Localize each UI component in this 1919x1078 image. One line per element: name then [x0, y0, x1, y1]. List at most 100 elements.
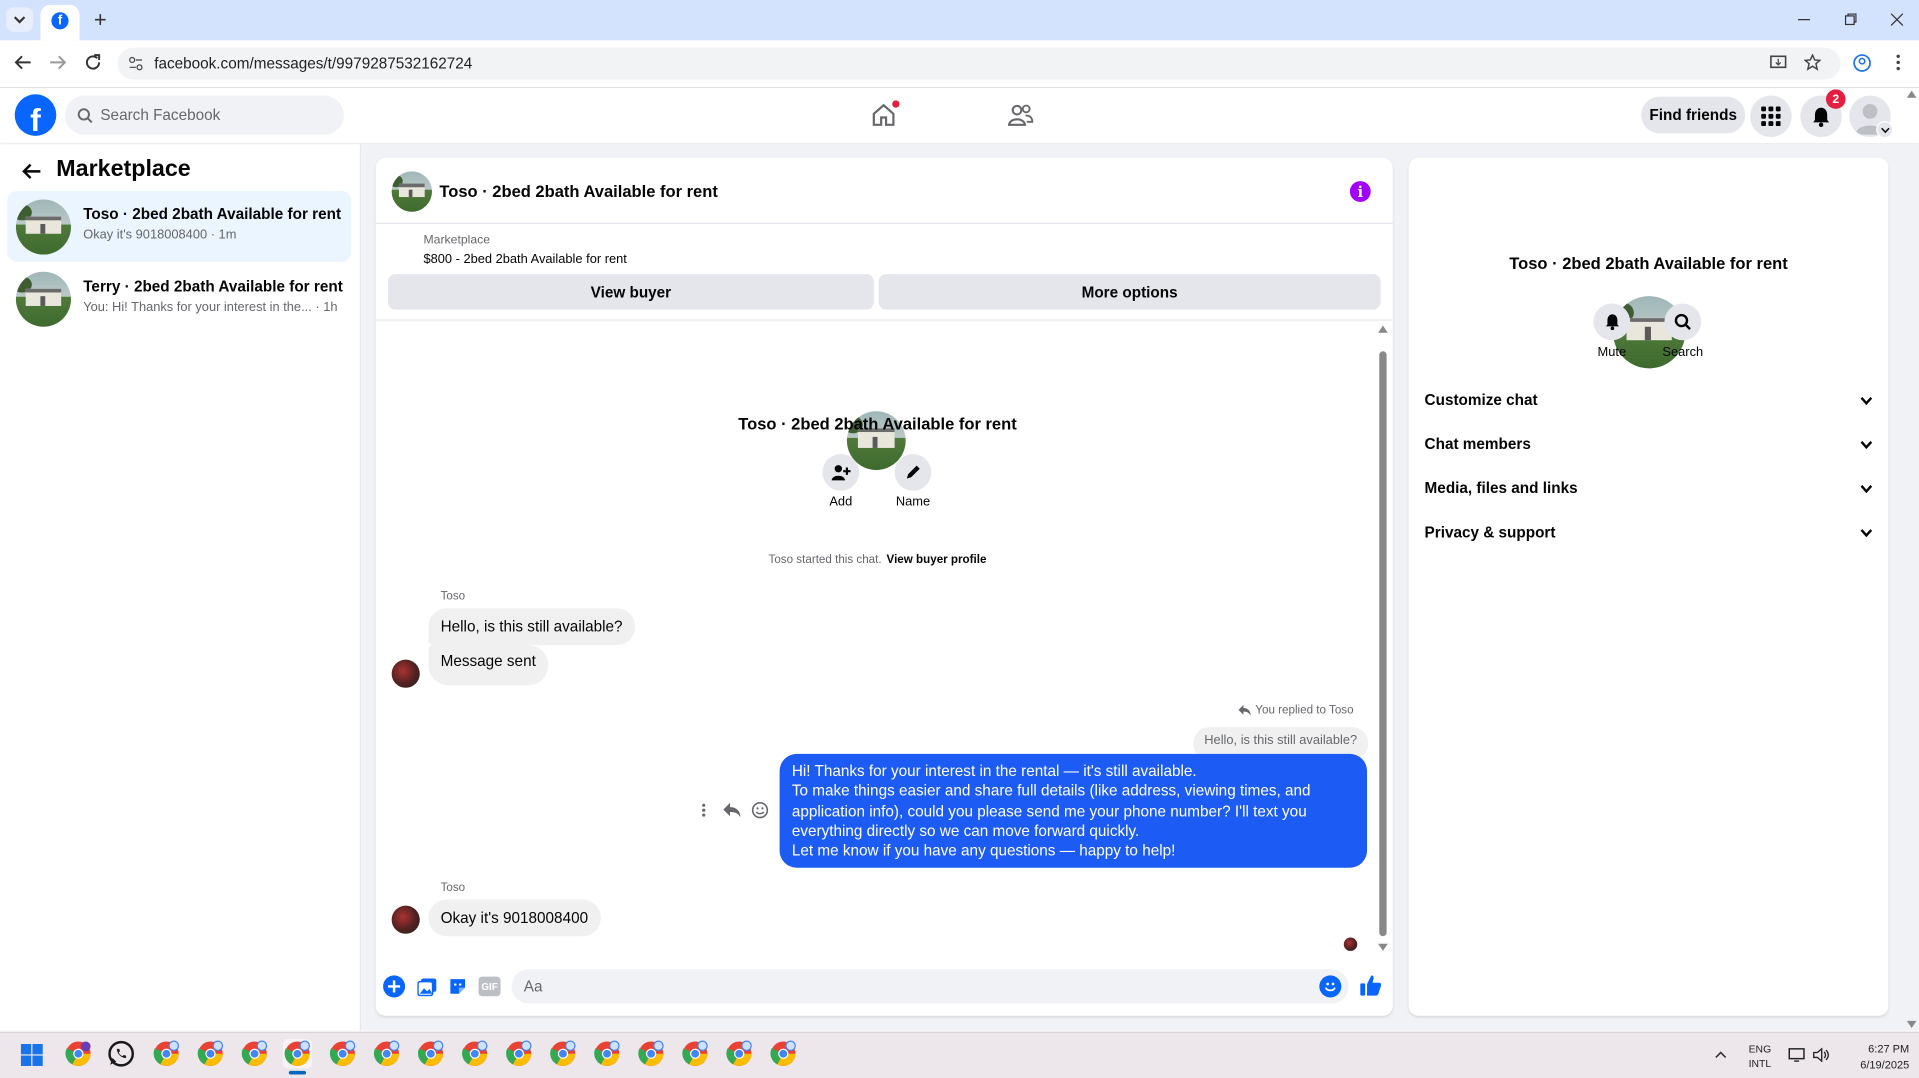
mute-label: Mute [1597, 345, 1627, 360]
back-to-marketplace-icon[interactable] [20, 159, 44, 183]
accordion-label: Customize chat [1424, 391, 1538, 409]
incoming-message[interactable]: Message sent [428, 644, 549, 686]
start-button-icon[interactable] [20, 1043, 43, 1066]
whatsapp-taskbar-icon[interactable] [106, 1039, 135, 1068]
privacy-support-row[interactable]: Privacy & support [1409, 510, 1889, 554]
chat-title[interactable]: Toso · 2bed 2bath Available for rent [439, 182, 717, 200]
menu-grid-button[interactable] [1750, 95, 1792, 138]
message-reply-icon[interactable] [722, 800, 742, 820]
home-nav-icon[interactable] [864, 98, 903, 132]
chrome-taskbar-icon-3[interactable] [240, 1039, 269, 1068]
chat-header-avatar[interactable] [391, 171, 433, 212]
facebook-favicon-icon: f [51, 12, 69, 30]
name-label: Name [895, 494, 931, 510]
facebook-logo-icon[interactable]: f [14, 94, 57, 136]
back-arrow-icon[interactable] [12, 51, 34, 73]
sender-avatar[interactable] [391, 659, 420, 688]
site-info-icon[interactable] [117, 48, 154, 80]
chat-scrollbar-thumb[interactable] [1379, 351, 1387, 937]
chrome-taskbar-icon-6[interactable] [416, 1039, 445, 1068]
tray-overflow-icon[interactable] [1711, 1045, 1731, 1065]
thumbs-up-icon[interactable] [1358, 973, 1382, 997]
conversation-item-active[interactable]: Toso · 2bed 2bath Available for rent Oka… [7, 190, 352, 262]
name-chat-button[interactable] [894, 454, 932, 491]
minimize-icon[interactable] [1794, 10, 1814, 30]
read-receipt-avatar [1343, 937, 1358, 951]
friends-nav-icon[interactable] [1001, 98, 1040, 132]
emoji-icon[interactable] [1319, 975, 1342, 998]
chrome-taskbar-icon-7[interactable] [460, 1039, 489, 1068]
chrome-taskbar-icon-12[interactable] [680, 1039, 709, 1068]
more-actions-button[interactable] [383, 975, 406, 998]
install-app-icon[interactable] [1767, 51, 1789, 73]
chat-info-icon[interactable]: i [1349, 181, 1371, 202]
listing-thumbnail [15, 271, 71, 327]
message-react-icon[interactable] [750, 800, 770, 820]
attach-photo-icon[interactable] [416, 975, 438, 997]
new-tab-button[interactable]: + [88, 7, 112, 31]
chrome-profile-taskbar-icon[interactable] [64, 1039, 93, 1068]
chrome-taskbar-icon-11[interactable] [636, 1039, 665, 1068]
bell-icon [1605, 314, 1619, 331]
find-friends-button[interactable]: Find friends [1641, 96, 1746, 134]
conversation-preview: Okay it's 9018008400 · 1m [83, 227, 237, 243]
address-bar[interactable]: facebook.com/messages/t/9979287532162724 [117, 47, 1841, 80]
message-input[interactable]: Aa [511, 969, 1349, 1004]
page-scroll-up-icon[interactable] [1906, 90, 1917, 98]
incoming-message[interactable]: Hello, is this still available? [428, 608, 635, 645]
chat-started-text: Toso started this chat. [768, 553, 882, 567]
sender-name: Toso [440, 881, 466, 895]
chrome-taskbar-icon-8[interactable] [504, 1039, 533, 1068]
search-conversation-button[interactable] [1664, 303, 1702, 341]
profile-icon[interactable] [1850, 51, 1872, 73]
listing-divider [375, 319, 1393, 321]
listing-detail[interactable]: $800 - 2bed 2bath Available for rent [423, 252, 626, 267]
page-scroll-down-icon[interactable] [1906, 1020, 1917, 1029]
chrome-taskbar-icon-active[interactable] [282, 1039, 313, 1069]
chrome-taskbar-icon-1[interactable] [152, 1039, 181, 1068]
view-buyer-button[interactable]: View buyer [387, 274, 874, 310]
close-window-icon[interactable] [1887, 10, 1907, 30]
chat-members-row[interactable]: Chat members [1409, 422, 1889, 466]
message-more-icon[interactable] [696, 800, 711, 820]
incoming-message[interactable]: Okay it's 9018008400 [428, 899, 601, 937]
clock[interactable]: 6:27 PM 6/19/2025 [1836, 1041, 1909, 1073]
tab-search-button[interactable] [6, 7, 34, 32]
account-chevron-icon[interactable] [1876, 121, 1894, 139]
chrome-taskbar-icon-4[interactable] [328, 1039, 357, 1068]
url-text: facebook.com/messages/t/9979287532162724 [154, 55, 473, 73]
network-icon[interactable] [1787, 1045, 1807, 1065]
volume-icon[interactable] [1811, 1045, 1831, 1065]
restore-icon[interactable] [1841, 10, 1861, 30]
chrome-taskbar-icon-14[interactable] [769, 1039, 798, 1068]
add-person-button[interactable] [822, 454, 860, 491]
outgoing-message[interactable]: Hi! Thanks for your interest in the rent… [779, 753, 1368, 869]
language-code: ENG [1748, 1042, 1772, 1055]
browser-tab[interactable]: f [40, 4, 80, 41]
chrome-taskbar-icon-9[interactable] [548, 1039, 577, 1068]
bookmark-star-icon[interactable] [1802, 51, 1824, 73]
sticker-icon[interactable] [447, 975, 469, 997]
customize-chat-row[interactable]: Customize chat [1409, 378, 1889, 422]
facebook-search-box[interactable]: Search Facebook [64, 95, 344, 135]
gif-icon[interactable]: GIF [478, 976, 501, 997]
mute-button[interactable] [1593, 303, 1631, 341]
browser-menu-icon[interactable] [1887, 51, 1909, 73]
media-files-links-row[interactable]: Media, files and links [1409, 466, 1889, 510]
chrome-taskbar-icon-13[interactable] [725, 1039, 754, 1068]
chat-scrollbar[interactable] [1378, 325, 1388, 953]
conversation-item[interactable]: Terry · 2bed 2bath Available for rent Yo… [7, 263, 351, 334]
chrome-taskbar-icon-5[interactable] [372, 1039, 401, 1068]
intro-title: Toso · 2bed 2bath Available for rent [738, 414, 1017, 434]
chrome-taskbar-icon-10[interactable] [592, 1039, 621, 1068]
more-options-button[interactable]: More options [878, 274, 1381, 310]
reload-icon[interactable] [82, 51, 104, 73]
sender-name: Toso [440, 589, 466, 604]
view-buyer-profile-link[interactable]: View buyer profile [887, 553, 987, 566]
chrome-taskbar-icon-2[interactable] [196, 1039, 225, 1068]
sender-avatar[interactable] [391, 905, 420, 934]
language-indicator[interactable]: ENG INTL [1743, 1041, 1777, 1070]
forward-arrow-icon[interactable] [47, 51, 69, 73]
scroll-up-arrow-icon [1378, 325, 1388, 333]
accordion-label: Privacy & support [1424, 523, 1556, 541]
